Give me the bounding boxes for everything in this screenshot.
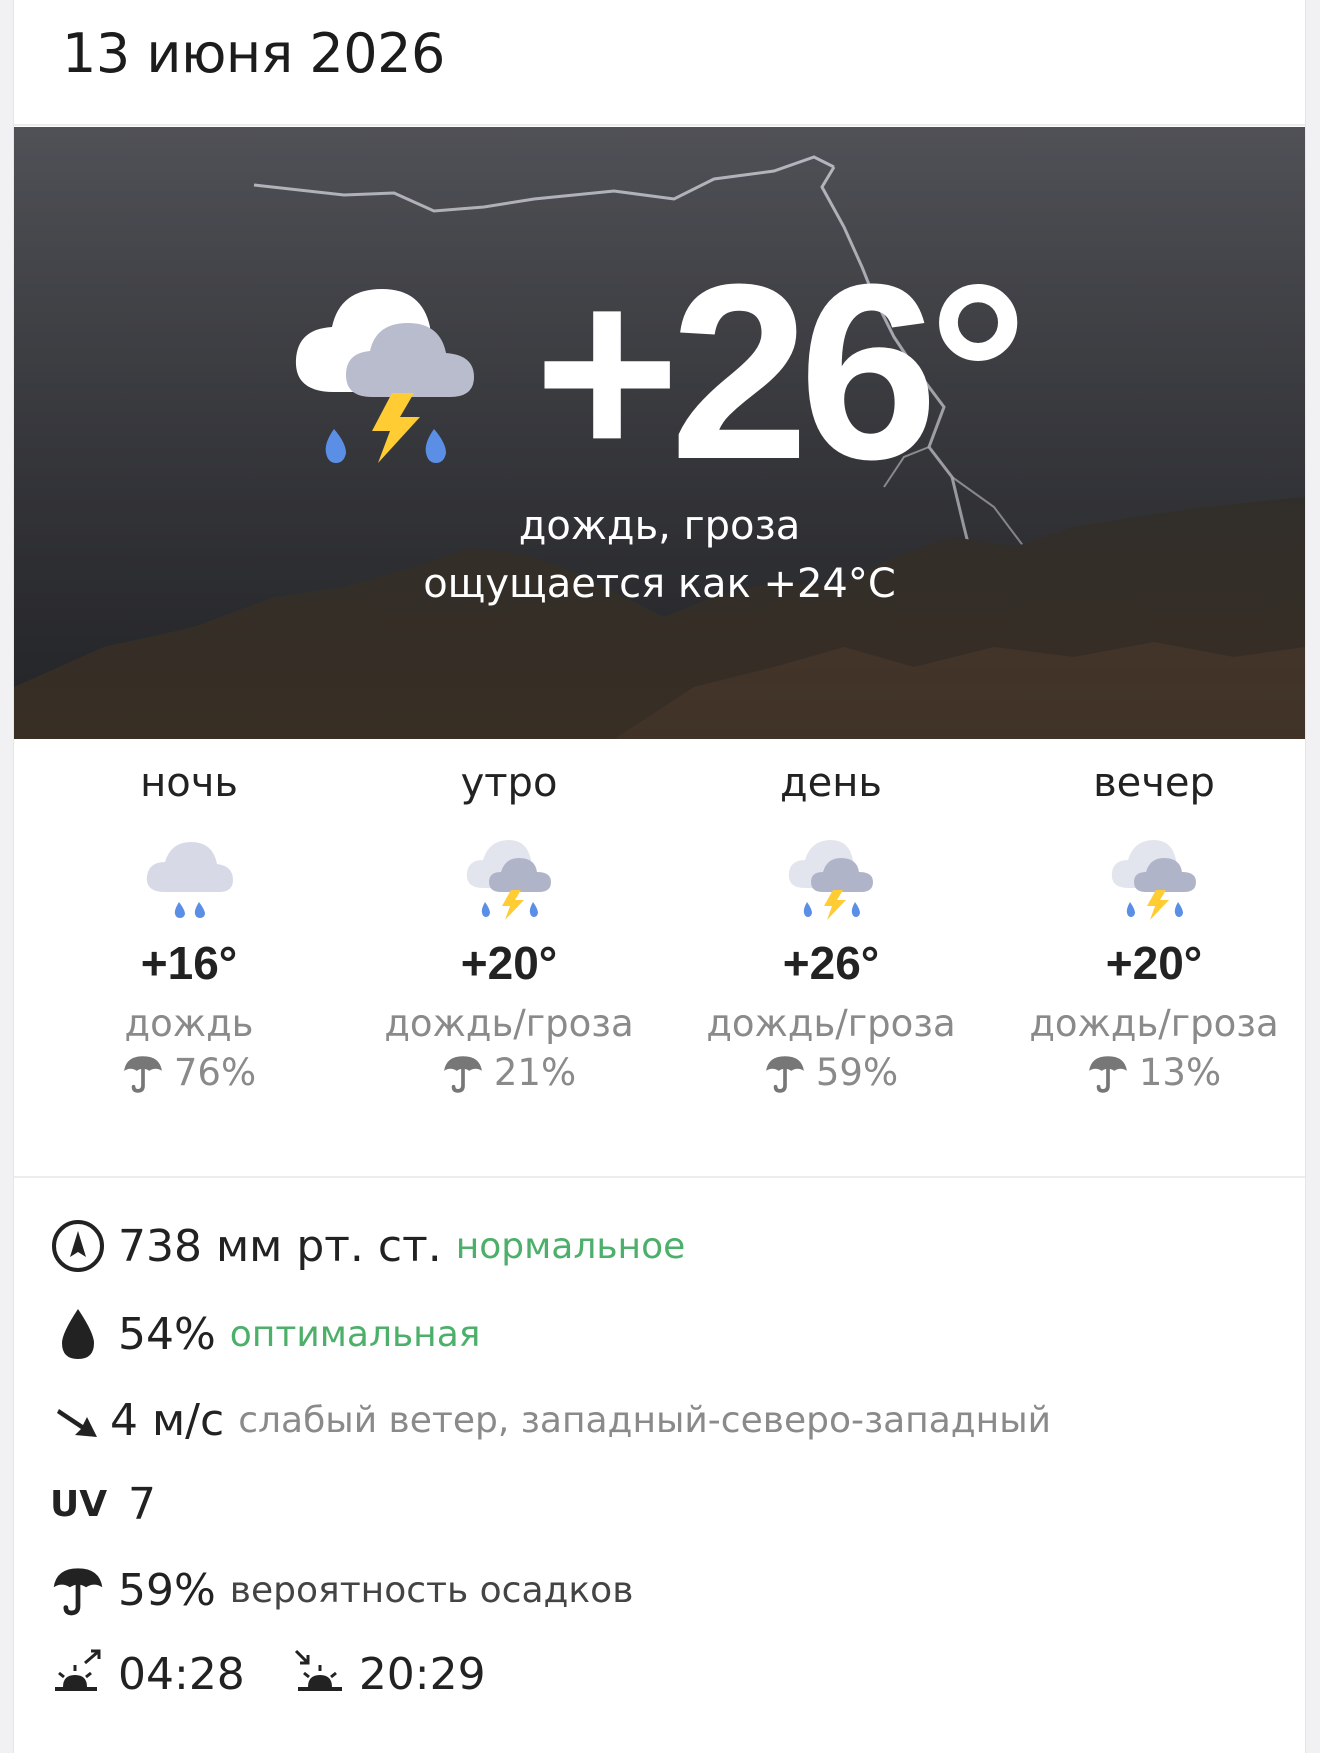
wind-description: слабый ветер, западный-северо-западный: [238, 1399, 1052, 1441]
umbrella-icon: [123, 1055, 162, 1093]
period-day[interactable]: день +26° дождь/гроза 59%: [681, 760, 981, 1094]
umbrella-icon: [53, 1568, 103, 1616]
period-precipitation-value: 59%: [815, 1051, 899, 1094]
period-morning[interactable]: утро +20° дождь/гроза 21%: [359, 760, 659, 1094]
humidity-value: 54%: [118, 1308, 216, 1360]
sunset-icon: [294, 1649, 342, 1691]
pressure-row: 738 мм рт. ст. нормальное: [50, 1216, 685, 1276]
period-precipitation-value: 21%: [493, 1051, 577, 1094]
precipitation-row: 59% вероятность осадков: [50, 1560, 633, 1620]
sunset-time: 20:29: [358, 1648, 486, 1700]
wind-value: 4 м/с: [110, 1394, 225, 1446]
period-name: утро: [460, 760, 558, 806]
date-title: 13 июня 2026: [62, 22, 445, 85]
cloud-thunder-rain-icon: [466, 840, 551, 920]
sunrise-icon: [55, 1649, 101, 1691]
period-name: ночь: [140, 760, 238, 806]
feels-like: ощущается как +24°C: [423, 561, 896, 607]
period-name: день: [780, 760, 882, 806]
precipitation-description: вероятность осадков: [229, 1569, 634, 1611]
period-precipitation: 76%: [39, 1051, 339, 1094]
period-condition: дождь/гроза: [1029, 1002, 1279, 1045]
cloud-thunder-rain-icon: [295, 289, 474, 463]
period-condition: дождь/гроза: [384, 1002, 634, 1045]
pressure-status: нормальное: [455, 1225, 686, 1267]
cloud-rain-icon: [146, 842, 233, 918]
uv-label: UV: [50, 1483, 108, 1525]
humidity-row: 54% оптимальная: [50, 1304, 480, 1364]
divider: [14, 1176, 1305, 1178]
day-periods: ночь +16° дождь 76% утро +20° дождь/гроз…: [14, 760, 1305, 1120]
sun-row: 04:28 20:29: [50, 1644, 486, 1704]
current-weather-hero: +26° дождь, гроза ощущается как +24°C: [14, 127, 1305, 739]
period-precipitation: 59%: [681, 1051, 981, 1094]
wind-arrow-icon: [57, 1409, 97, 1437]
period-name: вечер: [1093, 760, 1215, 806]
divider: [14, 124, 1305, 126]
weather-card: 13 июня 2026 +26° дождь, гроза ощущается…: [14, 0, 1305, 1753]
period-precipitation: 13%: [1004, 1051, 1304, 1094]
umbrella-icon: [1088, 1055, 1127, 1093]
sunrise-time: 04:28: [118, 1648, 245, 1700]
period-night[interactable]: ночь +16° дождь 76%: [39, 760, 339, 1094]
cloud-thunder-rain-icon: [788, 840, 873, 920]
period-temperature: +20°: [1105, 937, 1203, 989]
current-temperature: +26°: [534, 232, 1028, 511]
period-temperature: +20°: [460, 937, 558, 989]
humidity-status: оптимальная: [229, 1313, 481, 1355]
period-temperature: +16°: [140, 937, 238, 989]
drop-icon: [62, 1309, 94, 1359]
umbrella-icon: [765, 1055, 804, 1093]
compass-icon: [52, 1220, 104, 1272]
uv-value: 7: [128, 1478, 156, 1530]
period-precipitation-value: 76%: [173, 1051, 257, 1094]
period-precipitation-value: 13%: [1138, 1051, 1222, 1094]
wind-row: 4 м/с слабый ветер, западный-северо-запа…: [50, 1390, 1051, 1450]
uv-row: UV 7: [50, 1474, 156, 1534]
period-evening[interactable]: вечер +20° дождь/гроза 13%: [1004, 760, 1304, 1094]
period-temperature: +26°: [782, 937, 880, 989]
umbrella-icon: [443, 1055, 482, 1093]
precipitation-value: 59%: [118, 1564, 216, 1616]
period-condition: дождь: [124, 1002, 254, 1045]
cloud-thunder-rain-icon: [1111, 840, 1196, 920]
pressure-value: 738 мм рт. ст.: [118, 1220, 442, 1272]
period-condition: дождь/гроза: [706, 1002, 956, 1045]
current-condition: дождь, гроза: [518, 503, 801, 549]
period-precipitation: 21%: [359, 1051, 659, 1094]
